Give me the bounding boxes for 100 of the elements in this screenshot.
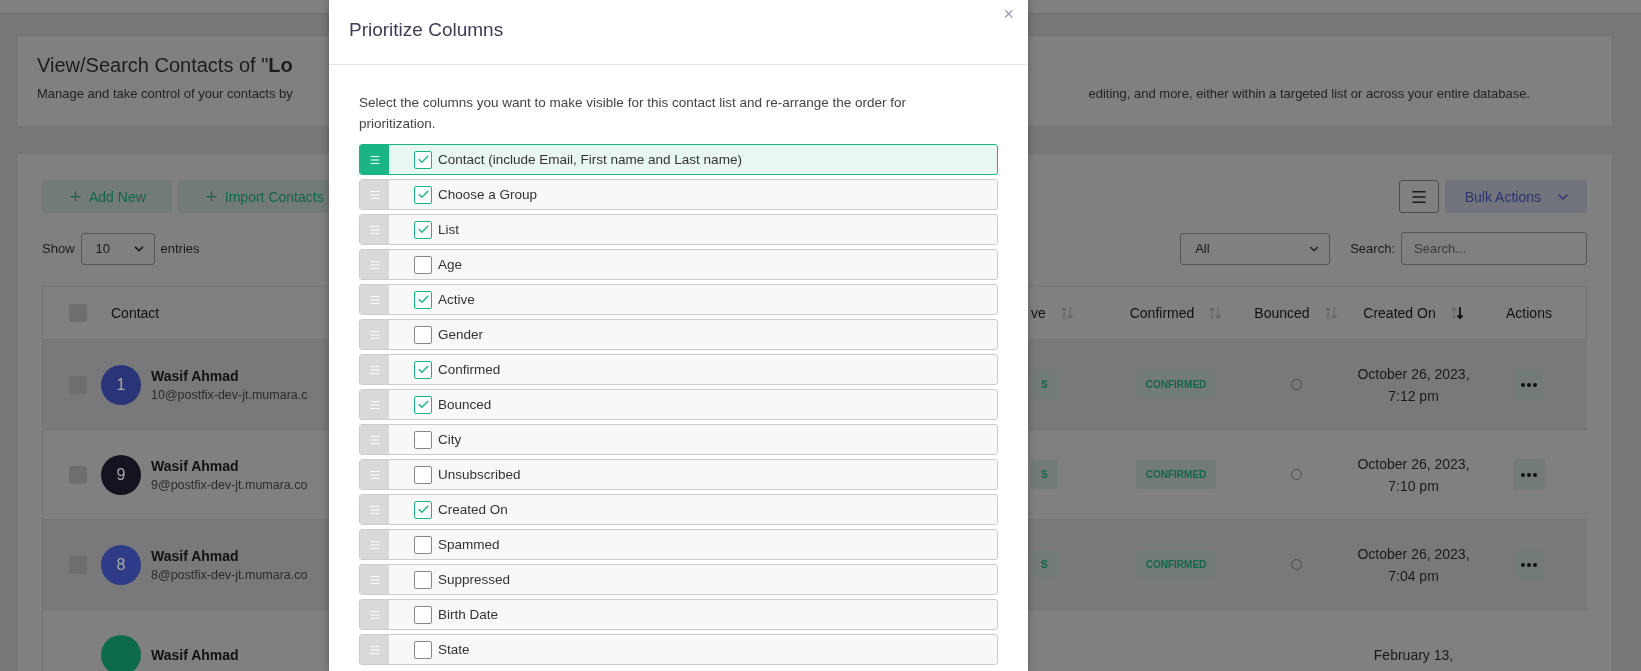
more-icon [1521, 562, 1537, 567]
drag-handle-icon [368, 363, 381, 376]
drag-handle[interactable] [360, 425, 389, 454]
column-checkbox[interactable] [414, 465, 432, 484]
page-title: View/Search Contacts of "Lo [37, 54, 294, 77]
column-header[interactable]: Confirmed [1129, 305, 1195, 321]
search-field[interactable]: Search... [1401, 232, 1587, 265]
drag-handle-icon [368, 433, 381, 446]
column-label: Spammed [438, 537, 500, 552]
drag-handle-icon [368, 468, 381, 481]
status-badge: CONFIRMED [1135, 550, 1217, 579]
entries-select[interactable]: 10 [80, 232, 155, 265]
column-item[interactable]: Suppressed [359, 564, 998, 595]
plus-icon [203, 189, 219, 204]
drag-handle[interactable] [360, 565, 389, 594]
check-icon [416, 188, 430, 201]
column-item[interactable]: Birth Date [359, 599, 998, 630]
column-item[interactable]: Gender [359, 319, 998, 350]
plus-icon [68, 189, 83, 204]
drag-handle[interactable] [360, 460, 389, 489]
menu-button[interactable] [1398, 180, 1439, 213]
drag-handle-icon [368, 608, 381, 621]
check-icon [416, 398, 430, 411]
drag-handle[interactable] [360, 390, 389, 419]
page-description: Manage and take control of your contacts by [37, 86, 293, 101]
column-item[interactable]: Contact (include Email, First name and Last name) [359, 144, 998, 175]
more-button[interactable] [1513, 549, 1545, 580]
column-checkbox[interactable] [414, 395, 432, 414]
show-label: Show [42, 241, 75, 256]
avatar: 1 [101, 364, 141, 405]
column-label: List [438, 222, 459, 237]
column-label: Bounced [438, 397, 492, 412]
column-item[interactable]: Bounced [359, 389, 998, 420]
column-item[interactable]: State [359, 634, 998, 665]
column-label: Active [438, 292, 475, 307]
drag-handle[interactable] [360, 320, 389, 349]
status-badge: CONFIRMED [1135, 370, 1217, 399]
more-button[interactable] [1513, 369, 1545, 400]
more-button[interactable] [1513, 459, 1545, 490]
column-label: City [438, 432, 462, 447]
column-item[interactable]: Confirmed [359, 354, 998, 385]
column-label: Age [438, 257, 463, 272]
column-item[interactable]: Created On [359, 494, 998, 525]
contact-name: Wasif Ahmad [151, 547, 240, 564]
column-checkbox[interactable] [414, 255, 432, 274]
drag-handle-icon [368, 328, 381, 341]
column-header[interactable]: Bounced [1254, 305, 1310, 321]
column-header[interactable]: Created On [1363, 305, 1436, 321]
drag-handle[interactable] [360, 215, 389, 244]
column-item[interactable]: City [359, 424, 998, 455]
column-item[interactable]: List [359, 214, 998, 245]
drag-handle-icon [368, 293, 381, 306]
contact-name: Wasif Ahmad [151, 646, 239, 663]
column-checkbox[interactable] [414, 325, 432, 344]
drag-handle[interactable] [360, 530, 389, 559]
column-header[interactable]: ve [1031, 305, 1046, 321]
column-item[interactable]: Unsubscribed [359, 459, 998, 490]
drag-handle-icon [368, 153, 381, 166]
column-checkbox[interactable] [414, 150, 432, 169]
column-label: Gender [438, 327, 484, 342]
column-label: Confirmed [438, 362, 501, 377]
column-checkbox[interactable] [414, 535, 432, 554]
column-checkbox[interactable] [414, 640, 432, 659]
column-checkbox[interactable] [414, 360, 432, 379]
check-icon [416, 293, 430, 306]
drag-handle[interactable] [360, 355, 389, 384]
drag-handle[interactable] [360, 145, 389, 174]
column-checkbox[interactable] [414, 430, 432, 449]
column-checkbox[interactable] [414, 570, 432, 589]
status-badge: CONFIRMED [1135, 460, 1217, 489]
sort-icon[interactable] [1208, 305, 1223, 321]
column-label: Created On [438, 502, 508, 517]
column-checkbox[interactable] [414, 290, 432, 309]
column-checkbox[interactable] [414, 220, 432, 239]
column-header[interactable]: Contact [111, 305, 160, 321]
column-label: Choose a Group [438, 187, 538, 202]
column-header[interactable]: Actions [1506, 305, 1552, 321]
sort-icon[interactable] [1059, 305, 1074, 321]
drag-handle[interactable] [360, 285, 389, 314]
check-icon [416, 363, 430, 376]
column-checkbox[interactable] [414, 500, 432, 519]
sort-descending-icon[interactable] [1449, 305, 1464, 321]
search-label: Search: [1350, 241, 1395, 256]
column-item[interactable]: Spammed [359, 529, 998, 560]
drag-handle[interactable] [360, 635, 389, 664]
drag-handle[interactable] [360, 495, 389, 524]
sort-icon[interactable] [1323, 305, 1338, 321]
filter-select[interactable]: All [1180, 232, 1331, 265]
column-item[interactable]: Choose a Group [359, 179, 998, 210]
avatar: 8 [101, 544, 141, 585]
column-checkbox[interactable] [414, 185, 432, 204]
drag-handle-icon [368, 258, 381, 271]
column-checkbox[interactable] [414, 605, 432, 624]
drag-handle[interactable] [360, 180, 389, 209]
drag-handle[interactable] [360, 250, 389, 279]
more-icon [1521, 382, 1537, 387]
drag-handle-icon [368, 188, 381, 201]
column-item[interactable]: Active [359, 284, 998, 315]
drag-handle[interactable] [360, 600, 389, 629]
column-item[interactable]: Age [359, 249, 998, 280]
